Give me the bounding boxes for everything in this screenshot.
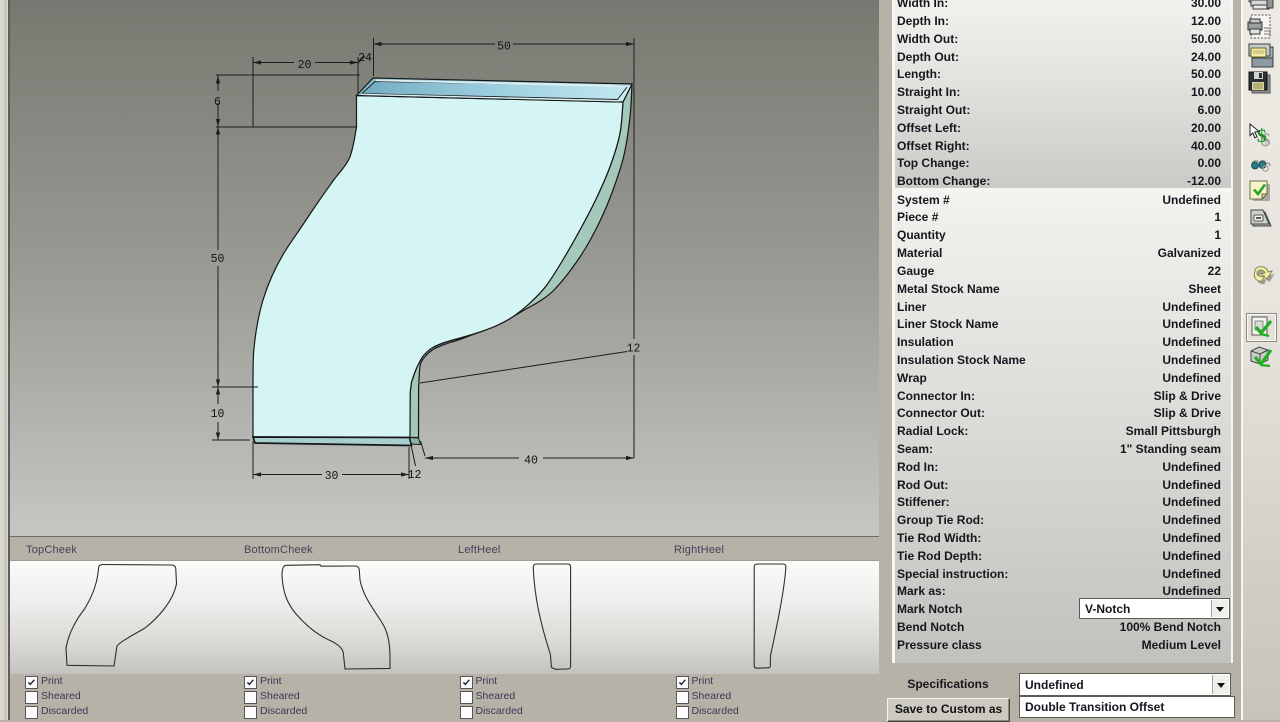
svg-text:6: 6 [214, 96, 221, 109]
svg-text:$: $ [1257, 126, 1267, 147]
svg-text:10: 10 [211, 408, 225, 421]
svg-text:12: 12 [408, 469, 422, 482]
svg-text:30: 30 [325, 470, 339, 483]
svg-text:50: 50 [211, 253, 225, 266]
svg-text:50: 50 [497, 41, 511, 54]
svg-text:24: 24 [358, 52, 372, 65]
svg-text:20: 20 [298, 59, 312, 72]
svg-text:40: 40 [524, 455, 538, 468]
svg-text:12: 12 [627, 343, 641, 356]
